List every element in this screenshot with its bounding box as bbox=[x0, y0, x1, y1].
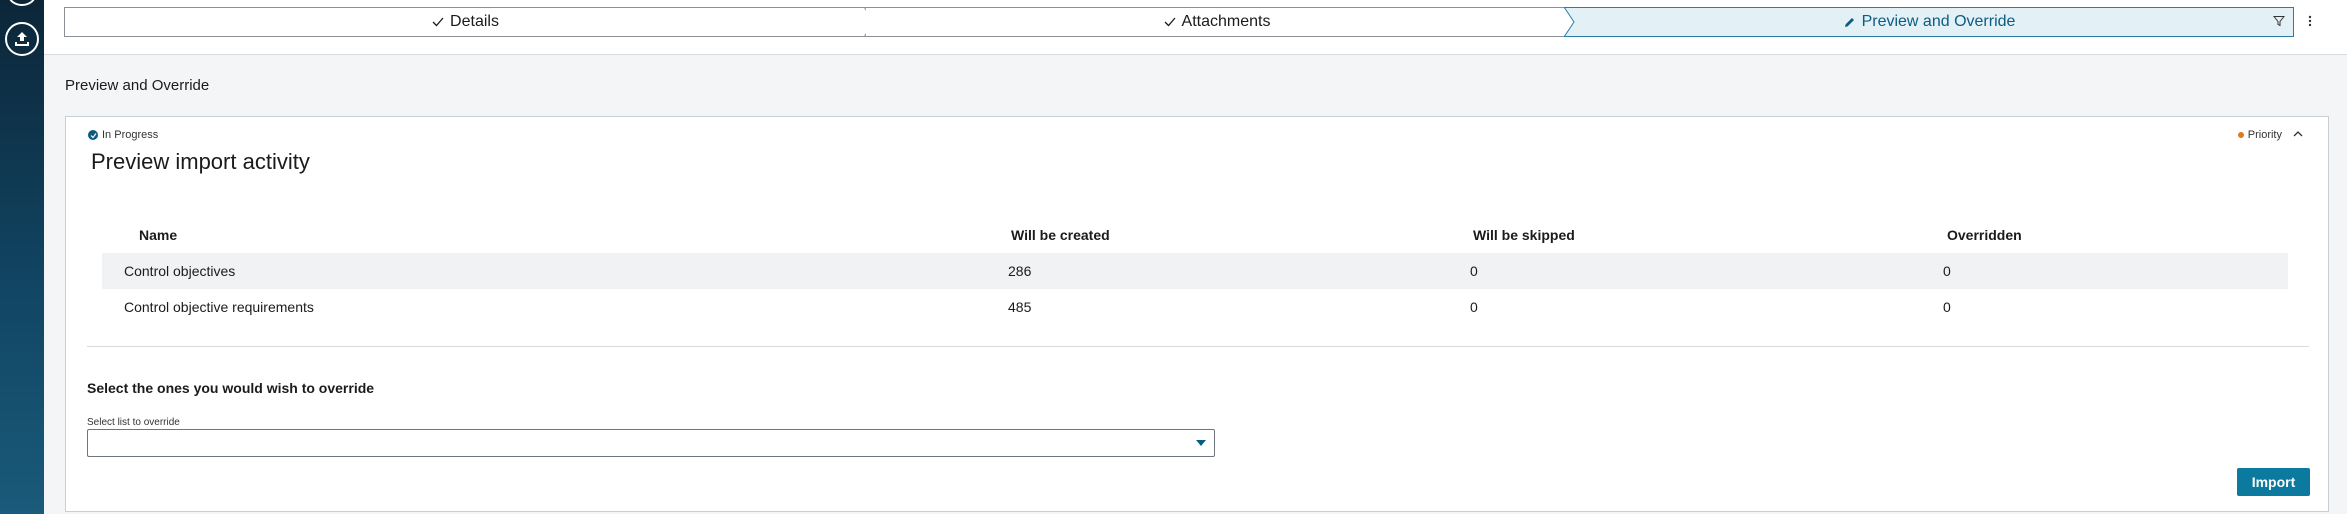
cell-overridden: 0 bbox=[1943, 263, 1951, 279]
column-header-will-be-skipped: Will be skipped bbox=[1473, 227, 1575, 243]
table-row[interactable]: Control objective requirements 485 0 0 bbox=[102, 289, 2288, 325]
rail-top-icon[interactable] bbox=[8, 0, 36, 6]
section-divider bbox=[87, 346, 2309, 347]
priority-badge: Priority bbox=[2237, 129, 2282, 141]
cell-skipped: 0 bbox=[1470, 299, 1478, 315]
chevron-up-icon[interactable] bbox=[2290, 126, 2306, 142]
step-separator bbox=[1564, 7, 1575, 37]
card-title: Preview import activity bbox=[91, 149, 310, 174]
page-heading: Preview and Override bbox=[65, 77, 210, 94]
step-label: Attachments bbox=[1181, 13, 1271, 30]
import-icon[interactable] bbox=[5, 22, 39, 56]
cell-overridden: 0 bbox=[1943, 299, 1951, 315]
step-details[interactable]: Details bbox=[64, 7, 866, 37]
column-header-will-be-created: Will be created bbox=[1011, 227, 1110, 243]
cell-name: Control objective requirements bbox=[124, 299, 314, 315]
priority-text: Priority bbox=[2247, 129, 2282, 141]
pencil-icon bbox=[1843, 16, 1856, 29]
status-check-icon bbox=[88, 130, 98, 140]
status-badge: In Progress bbox=[88, 129, 158, 141]
cell-skipped: 0 bbox=[1470, 263, 1478, 279]
cell-name: Control objectives bbox=[124, 263, 236, 279]
filter-icon[interactable] bbox=[2270, 12, 2288, 30]
step-preview-and-override[interactable]: Preview and Override bbox=[1564, 7, 2294, 37]
preview-table: Name Will be created Will be skipped Ove… bbox=[102, 217, 2288, 325]
left-rail bbox=[0, 0, 44, 514]
check-icon bbox=[1164, 16, 1176, 28]
step-label: Preview and Override bbox=[1861, 13, 2016, 30]
preview-card: In Progress Priority Preview import acti… bbox=[65, 116, 2329, 512]
caret-down-icon bbox=[1196, 440, 1206, 446]
override-list-select[interactable] bbox=[87, 429, 1215, 457]
step-attachments[interactable]: Attachments bbox=[866, 7, 1568, 37]
override-section-title: Select the ones you would wish to overri… bbox=[87, 380, 375, 396]
import-stepper: Details Attachments Preview and Override bbox=[64, 7, 2294, 37]
import-button[interactable]: Import bbox=[2237, 468, 2310, 496]
more-vertical-icon[interactable] bbox=[2301, 12, 2319, 30]
select-list-label: Select list to override bbox=[87, 417, 180, 428]
top-bar: Details Attachments Preview and Override bbox=[44, 0, 2347, 55]
status-text: In Progress bbox=[102, 129, 159, 141]
table-header-row: Name Will be created Will be skipped Ove… bbox=[102, 217, 2288, 253]
step-label: Details bbox=[450, 13, 499, 30]
column-header-overridden: Overridden bbox=[1947, 227, 2022, 243]
priority-dot-icon bbox=[2237, 132, 2244, 138]
cell-created: 286 bbox=[1008, 263, 1032, 279]
column-header-name: Name bbox=[139, 227, 178, 243]
check-icon bbox=[432, 16, 444, 28]
table-row[interactable]: Control objectives 286 0 0 bbox=[102, 253, 2288, 289]
cell-created: 485 bbox=[1008, 299, 1032, 315]
